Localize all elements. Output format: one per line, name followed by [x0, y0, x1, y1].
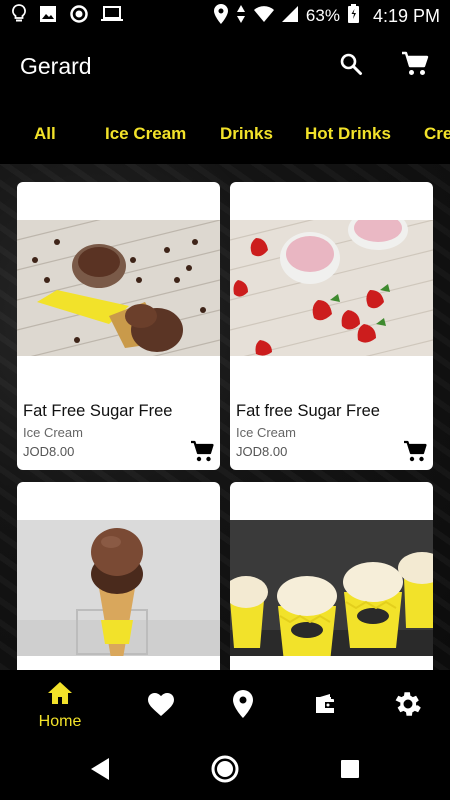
- back-triangle-icon: [89, 757, 111, 786]
- product-price: JOD8.00: [236, 444, 288, 459]
- home-icon: [47, 681, 73, 710]
- wallet-icon: [314, 693, 336, 719]
- home-circle-icon: [210, 754, 240, 789]
- vanilla-ice-cream-cups-image: [230, 520, 433, 656]
- chocolate-scoop-cone-image: [17, 520, 220, 656]
- tab-all[interactable]: All: [34, 100, 56, 164]
- nav-settings[interactable]: [373, 670, 443, 742]
- signal-icon: [281, 5, 298, 27]
- cart-button[interactable]: [400, 51, 430, 81]
- product-name: Fat Free Sugar Free: [23, 402, 173, 420]
- product-name: Fat free Sugar Free: [236, 402, 380, 420]
- strawberry-ice-cream-cup-image: [230, 220, 433, 356]
- back-button[interactable]: [80, 742, 120, 800]
- product-card[interactable]: Fat Free Sugar Free Ice Cream JOD8.00: [17, 182, 220, 470]
- search-icon: [339, 52, 363, 81]
- product-card[interactable]: Fat free Sugar Free Ice Cream JOD8.00: [230, 182, 433, 470]
- nav-locations[interactable]: [208, 670, 278, 742]
- location-status-icon: [213, 3, 228, 29]
- app-title: Gerard: [20, 52, 92, 79]
- bottom-navigation: Home: [0, 670, 450, 742]
- image-icon: [39, 5, 57, 28]
- lightbulb-icon: [12, 3, 26, 29]
- battery-icon: [347, 4, 359, 28]
- clock: 4:19 PM: [372, 5, 440, 26]
- record-icon: [70, 4, 88, 28]
- wifi-icon: [253, 5, 274, 27]
- cart-icon: [190, 440, 214, 468]
- bluetooth-data-icon: [236, 4, 246, 28]
- product-category: Ice Cream: [23, 425, 83, 440]
- product-grid[interactable]: Fat Free Sugar Free Ice Cream JOD8.00 Fa…: [0, 164, 450, 670]
- add-to-cart-button[interactable]: [190, 440, 214, 464]
- chocolate-ice-cream-cone-image: [17, 220, 220, 356]
- system-navigation: [0, 742, 450, 800]
- product-card[interactable]: [17, 482, 220, 670]
- app-bar: Gerard: [0, 32, 450, 100]
- home-system-button[interactable]: [205, 742, 245, 800]
- add-to-cart-button[interactable]: [403, 440, 427, 464]
- tab-hot-drinks[interactable]: Hot Drinks: [305, 100, 391, 164]
- nav-home-label: Home: [38, 713, 82, 730]
- tab-ice-cream[interactable]: Ice Cream: [105, 100, 186, 164]
- nav-wallet[interactable]: [290, 670, 360, 742]
- tab-cre[interactable]: Cre: [424, 100, 450, 164]
- category-tabs: All Ice Cream Drinks Hot Drinks Cre: [0, 100, 450, 164]
- gear-icon: [394, 690, 422, 723]
- recents-button[interactable]: [330, 742, 370, 800]
- heart-icon: [147, 692, 175, 721]
- cart-icon: [401, 51, 429, 82]
- nav-home[interactable]: Home: [25, 670, 95, 742]
- recents-square-icon: [340, 759, 360, 784]
- tab-drinks[interactable]: Drinks: [220, 100, 273, 164]
- status-bar: 63% 4:19 PM: [0, 0, 450, 32]
- location-pin-icon: [233, 689, 253, 723]
- laptop-icon: [101, 5, 123, 27]
- product-price: JOD8.00: [23, 444, 75, 459]
- nav-favorites[interactable]: [126, 670, 196, 742]
- product-category: Ice Cream: [236, 425, 296, 440]
- search-button[interactable]: [336, 51, 366, 81]
- product-card[interactable]: [230, 482, 433, 670]
- cart-icon: [403, 440, 427, 468]
- battery-percent: 63%: [305, 6, 340, 25]
